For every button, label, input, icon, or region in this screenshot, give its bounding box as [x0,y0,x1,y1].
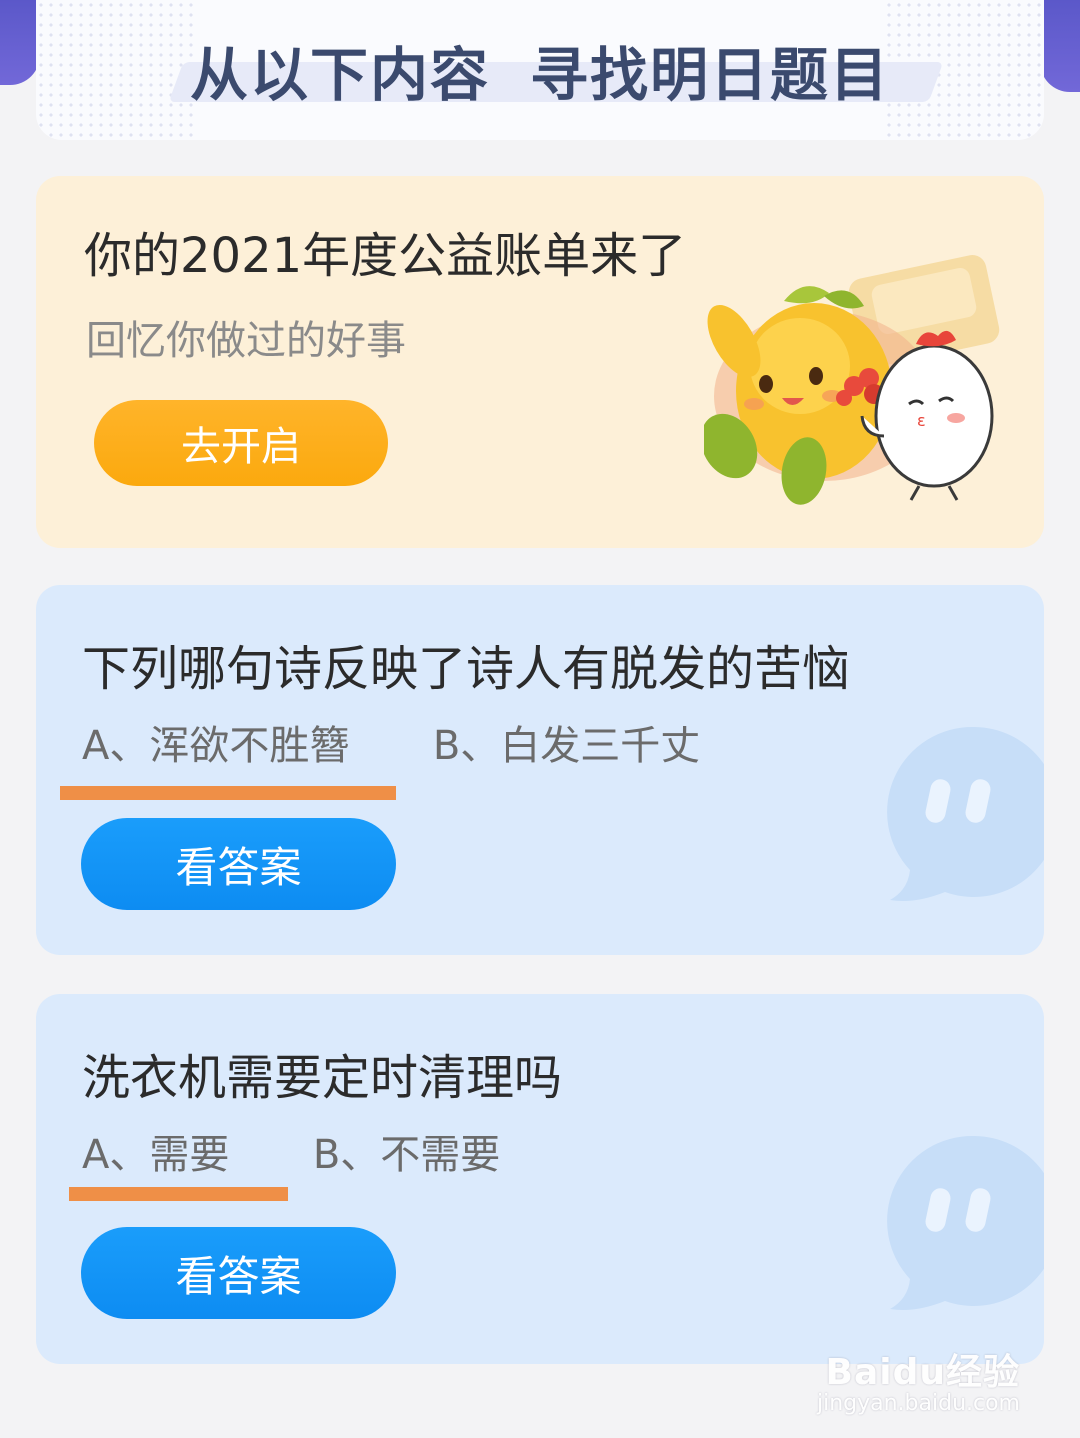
watermark-url: jingyan.baidu.com [816,1391,1020,1416]
mascot-illustration: ε [704,255,1000,505]
quiz-question: 下列哪句诗反映了诗人有脱发的苦恼 [82,641,851,697]
view-answer-button[interactable]: 看答案 [81,818,396,910]
quiz-card: 下列哪句诗反映了诗人有脱发的苦恼 A、浑欲不胜簪 B、白发三千丈 看答案 [36,585,1044,955]
quiz-option-b[interactable]: B、白发三千丈 [433,713,700,771]
svg-text:ε: ε [917,411,926,430]
promo-subtitle: 回忆你做过的好事 [86,318,406,364]
baidu-jingyan-watermark: Baidu经验 jingyan.baidu.com [817,1343,1020,1416]
selected-answer-underline [69,1187,288,1201]
quiz-option-a[interactable]: A、浑欲不胜簪 [82,713,349,771]
view-answer-button[interactable]: 看答案 [81,1227,396,1319]
chat-bubble-icon [887,1135,1044,1310]
quiz-options: A、浑欲不胜簪 B、白发三千丈 [82,713,700,771]
quiz-option-a[interactable]: A、需要 [82,1122,229,1180]
chat-bubble-icon [887,726,1044,901]
annual-bill-card: 你的2021年度公益账单来了 回忆你做过的好事 去开启 ε [36,176,1044,548]
quiz-option-b[interactable]: B、不需要 [313,1122,500,1180]
selected-answer-underline [60,786,396,800]
page-header: 从以下内容 寻找明日题目 [0,0,1080,150]
watermark-brand: Baidu经验 [825,1352,1020,1393]
quiz-options: A、需要 B、不需要 [82,1122,500,1180]
page-title-part1: 从以下内容 [189,41,490,109]
open-bill-button[interactable]: 去开启 [94,400,388,486]
page-title-part2: 寻找明日题目 [530,41,891,109]
quiz-question: 洗衣机需要定时清理吗 [82,1050,563,1106]
quiz-card: 洗衣机需要定时清理吗 A、需要 B、不需要 看答案 [36,994,1044,1364]
promo-title: 你的2021年度公益账单来了 [84,228,687,284]
page-title: 从以下内容 寻找明日题目 [0,28,1080,112]
